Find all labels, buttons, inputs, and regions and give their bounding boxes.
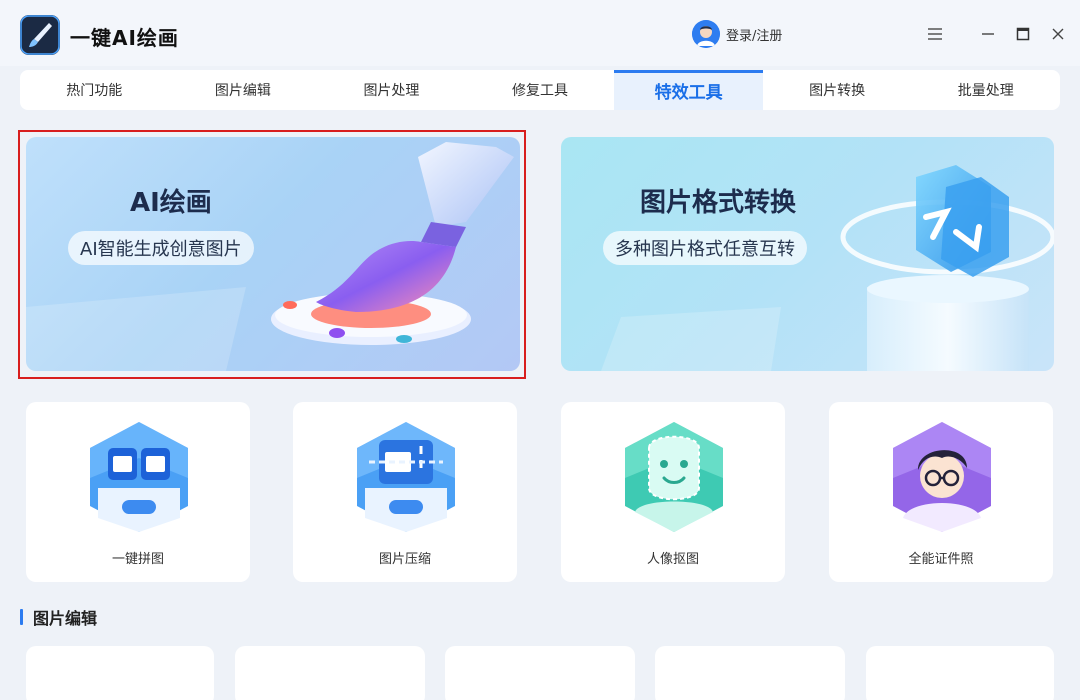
ai-painting-banner[interactable]: AI绘画 AI智能生成创意图片	[26, 137, 520, 371]
tab-batch-process[interactable]: 批量处理	[911, 70, 1060, 110]
feature-label: 一键拼图	[111, 552, 164, 567]
edit-tool-card[interactable]	[655, 646, 845, 700]
section-title: 图片编辑	[33, 609, 98, 628]
id-photo-icon	[893, 422, 991, 532]
tab-repair-tools[interactable]: 修复工具	[466, 70, 615, 110]
format-convert-banner[interactable]: 图片格式转换 多种图片格式任意互转	[561, 137, 1054, 371]
feature-card-id-photo[interactable]: 全能证件照	[829, 402, 1053, 582]
feature-card-portrait-cutout[interactable]: 人像抠图	[561, 402, 785, 582]
section-header: 图片编辑	[20, 606, 97, 628]
edit-tool-card[interactable]	[866, 646, 1054, 700]
edit-tool-card[interactable]	[235, 646, 425, 700]
banner-subtitle: 多种图片格式任意互转	[603, 231, 807, 265]
close-icon[interactable]	[1046, 22, 1070, 46]
app-title: 一键AI绘画	[70, 26, 179, 50]
compress-icon	[357, 422, 455, 532]
feature-card-collage[interactable]: 一键拼图	[26, 402, 250, 582]
category-tabs: 热门功能 图片编辑 图片处理 修复工具 特效工具 图片转换 批量处理	[20, 70, 1060, 110]
tab-effect-tools[interactable]: 特效工具	[614, 70, 763, 110]
title-bar: 一键AI绘画 登录/注册	[0, 0, 1080, 66]
portrait-cutout-icon	[625, 422, 723, 532]
feature-label: 图片压缩	[378, 552, 431, 567]
menu-icon[interactable]	[923, 22, 947, 46]
tab-hot-features[interactable]: 热门功能	[20, 70, 169, 110]
minimize-icon[interactable]	[976, 22, 1000, 46]
feature-label: 全能证件照	[908, 552, 974, 567]
feature-label: 人像抠图	[646, 552, 699, 567]
banner-subtitle: AI智能生成创意图片	[68, 231, 254, 265]
banner-title: AI绘画	[130, 188, 212, 218]
maximize-icon[interactable]	[1011, 22, 1035, 46]
tab-image-convert[interactable]: 图片转换	[763, 70, 912, 110]
section-accent-bar	[20, 609, 23, 625]
edit-tool-card[interactable]	[26, 646, 214, 700]
edit-tool-card[interactable]	[445, 646, 635, 700]
user-avatar-icon	[692, 20, 720, 48]
app-logo-icon	[20, 15, 60, 55]
tab-image-edit[interactable]: 图片编辑	[169, 70, 318, 110]
login-label: 登录/注册	[726, 28, 783, 44]
collage-icon	[90, 422, 188, 532]
tab-image-process[interactable]: 图片处理	[317, 70, 466, 110]
feature-card-compress[interactable]: 图片压缩	[293, 402, 517, 582]
banner-title: 图片格式转换	[640, 188, 797, 218]
login-register-button[interactable]: 登录/注册	[692, 20, 782, 48]
